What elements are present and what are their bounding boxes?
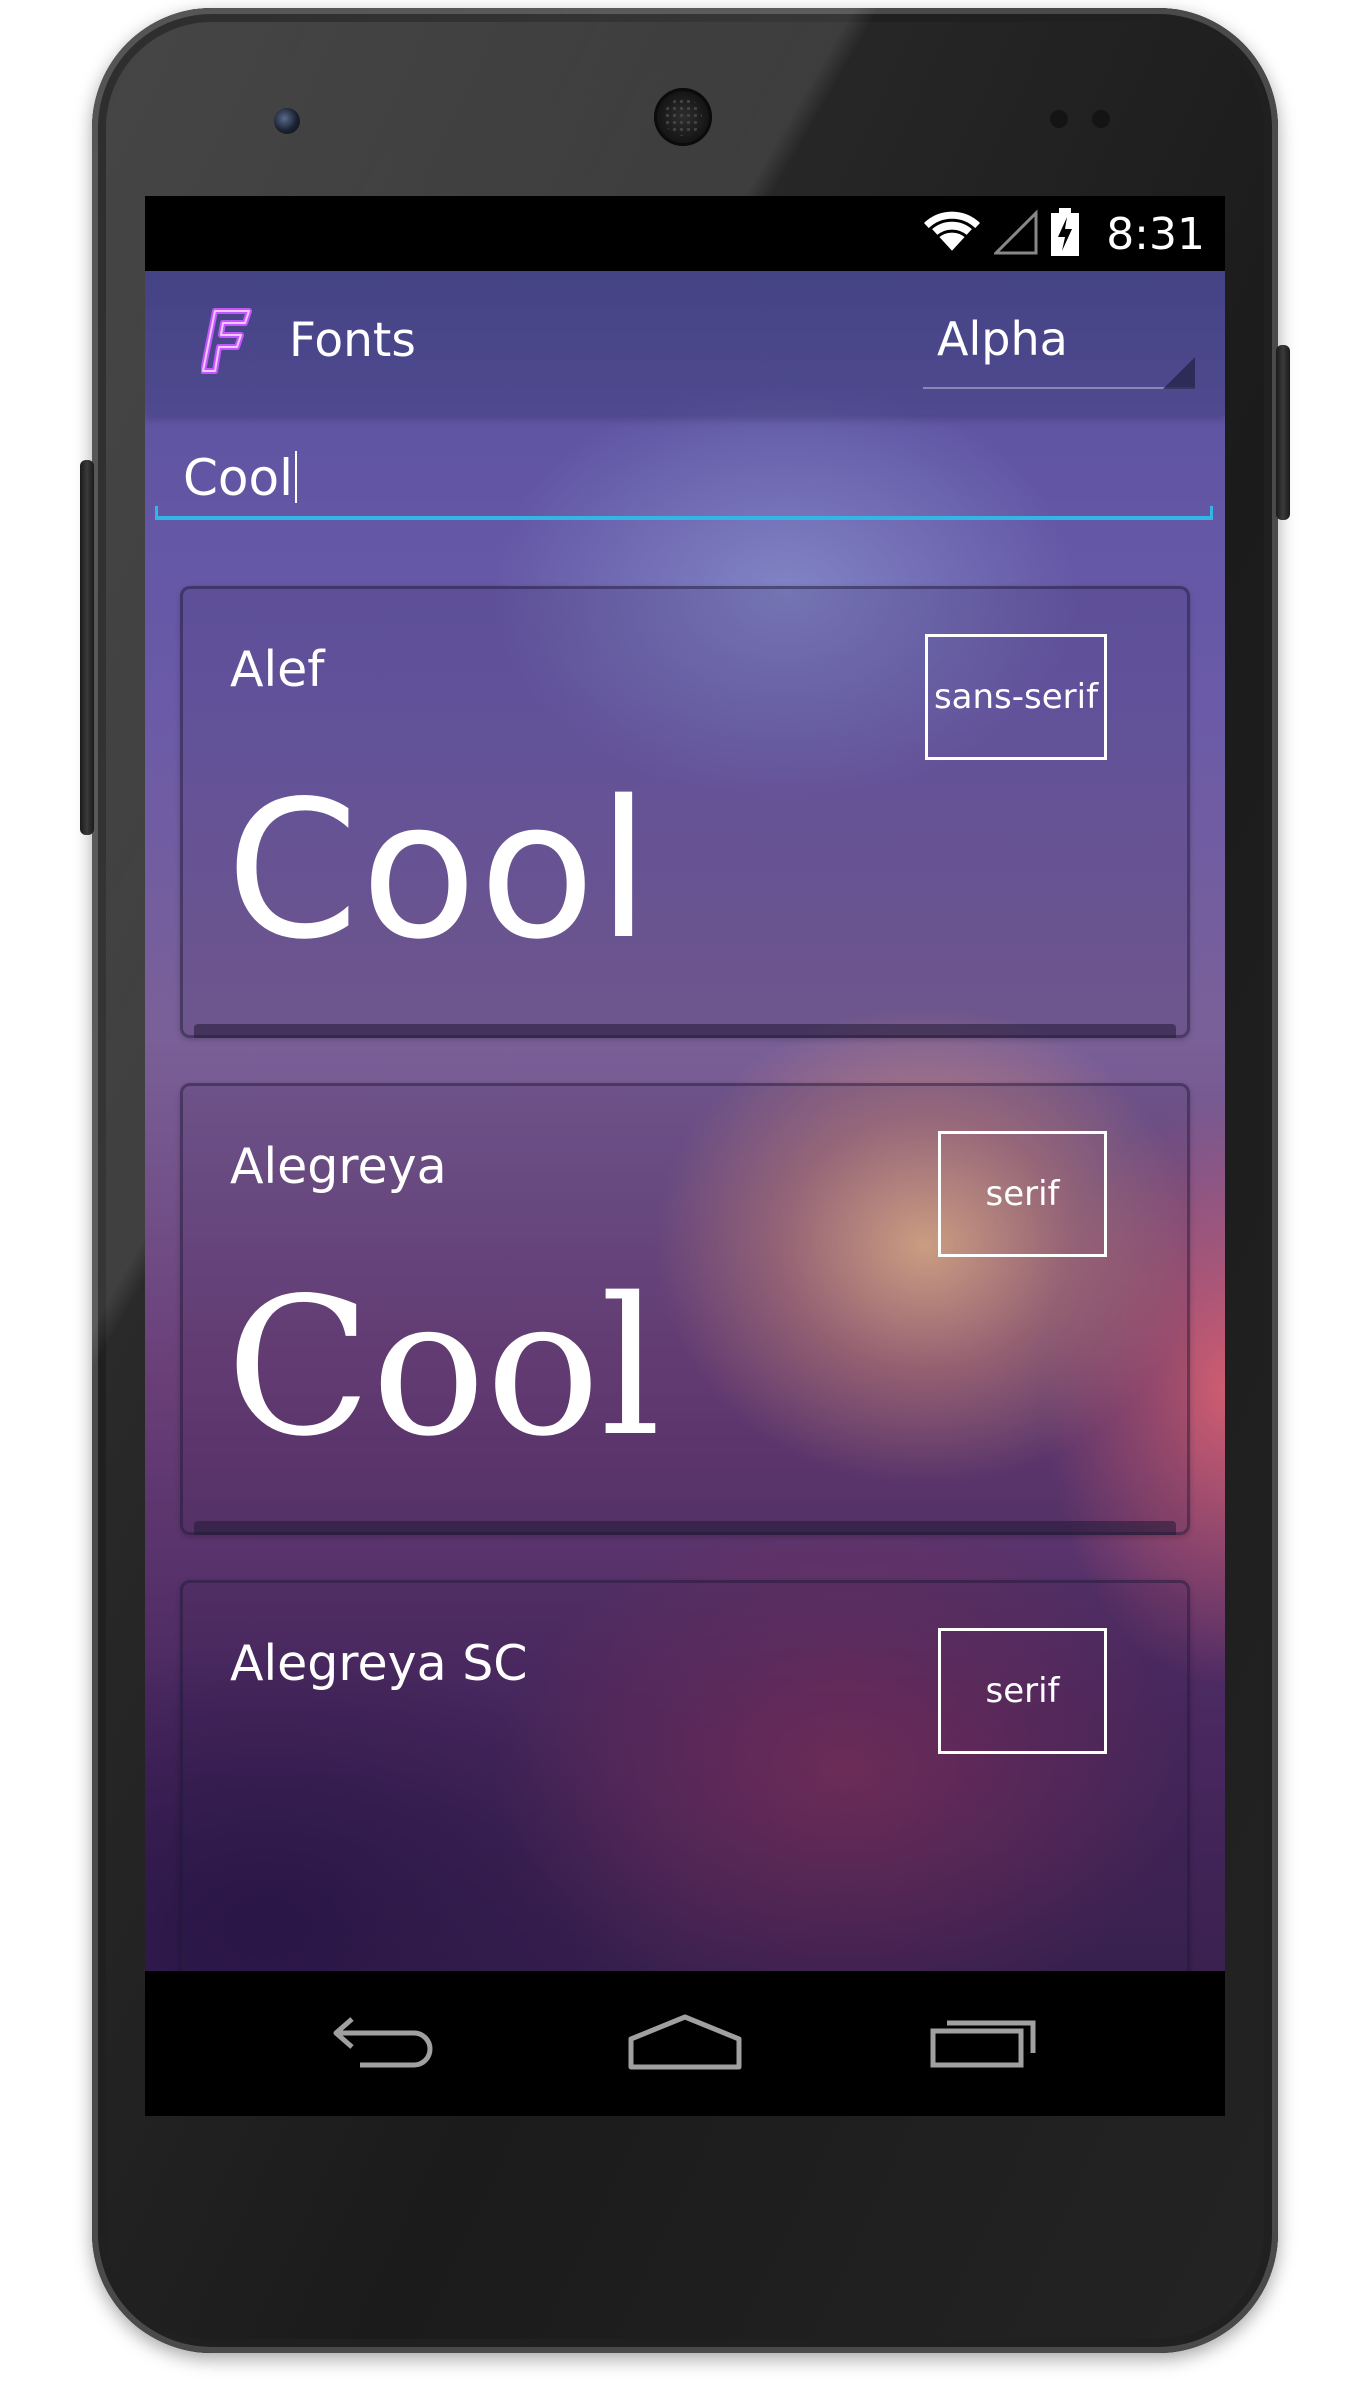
category-label: sans-serif <box>933 677 1099 717</box>
light-sensor <box>1092 110 1110 128</box>
category-label: serif <box>985 1671 1060 1711</box>
back-button[interactable] <box>315 2001 455 2085</box>
earpiece-speaker <box>654 88 712 146</box>
category-badge[interactable]: serif <box>938 1628 1107 1754</box>
action-bar: Fonts Alpha <box>145 271 1225 415</box>
font-name: Alegreya SC <box>230 1635 528 1692</box>
wifi-icon <box>922 209 982 259</box>
front-camera <box>274 108 300 134</box>
category-badge[interactable]: sans-serif <box>925 634 1107 760</box>
app-title: Fonts <box>289 313 416 368</box>
power-button <box>1276 345 1290 520</box>
recent-apps-button[interactable] <box>915 2001 1055 2085</box>
font-card-alegreya[interactable]: Alegreya serif Cool <box>180 1083 1190 1535</box>
font-name: Alegreya <box>230 1138 447 1195</box>
signal-icon <box>992 209 1038 259</box>
category-badge[interactable]: serif <box>938 1131 1107 1257</box>
search-input-underline <box>155 506 1213 520</box>
clock: 8:31 <box>1106 208 1205 260</box>
home-icon <box>625 2011 745 2075</box>
back-icon <box>330 2011 440 2075</box>
fonts-app-icon[interactable] <box>200 305 255 377</box>
text-caret <box>295 451 297 503</box>
screen: 8:31 Fonts Alpha Cool Alef sans-serif Co… <box>145 196 1225 2116</box>
search-input[interactable]: Cool <box>155 436 1213 520</box>
volume-button <box>80 460 94 835</box>
recent-apps-icon <box>925 2011 1045 2075</box>
font-preview: Cool <box>226 1257 661 1478</box>
font-preview: Cool <box>226 760 652 981</box>
proximity-sensor <box>1050 110 1068 128</box>
battery-charging-icon <box>1050 207 1080 261</box>
navigation-bar <box>145 1971 1225 2116</box>
card-bottom-bar <box>194 1024 1176 1038</box>
font-card-alegreya-sc[interactable]: Alegreya SC serif <box>180 1580 1190 2032</box>
home-button[interactable] <box>615 2001 755 2085</box>
spinner-underline <box>923 387 1195 389</box>
search-input-text: Cool <box>183 446 297 510</box>
sort-spinner[interactable]: Alpha <box>913 295 1205 393</box>
device-mockup: 8:31 Fonts Alpha Cool Alef sans-serif Co… <box>0 0 1370 2405</box>
dropdown-arrow-icon <box>1163 357 1195 389</box>
font-name: Alef <box>230 641 325 698</box>
status-bar: 8:31 <box>145 196 1225 271</box>
card-bottom-bar <box>194 1521 1176 1535</box>
status-icons: 8:31 <box>922 206 1205 262</box>
category-label: serif <box>985 1174 1060 1214</box>
font-card-alef[interactable]: Alef sans-serif Cool <box>180 586 1190 1038</box>
sort-spinner-value: Alpha <box>937 312 1068 366</box>
